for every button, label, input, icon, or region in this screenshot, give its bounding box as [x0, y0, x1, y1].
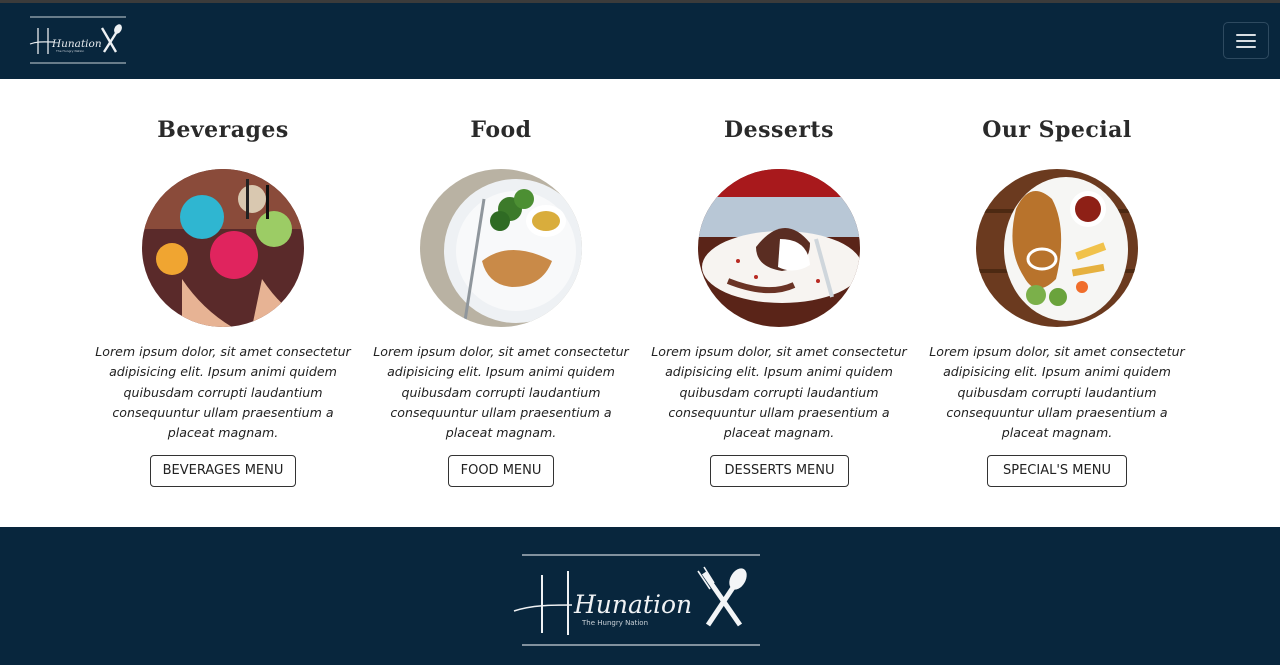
card-title: Food: [470, 117, 532, 143]
card-title: Our Special: [982, 117, 1132, 143]
card-description: Lorem ipsum dolor, sit amet consectetur …: [95, 344, 351, 441]
card-description: Lorem ipsum dolor, sit amet consectetur …: [373, 344, 629, 441]
food-menu-button[interactable]: FOOD MENU: [448, 455, 554, 487]
beverages-image: [142, 169, 304, 327]
card-description: Lorem ipsum dolor, sit amet consectetur …: [929, 344, 1185, 441]
desserts-image: [698, 169, 860, 327]
card-title: Desserts: [724, 117, 834, 143]
our-special-image: [976, 169, 1138, 327]
brand-logo[interactable]: Hunation The Hungry Nation: [26, 16, 128, 66]
hamburger-menu-icon-line: [1236, 40, 1256, 42]
footer-brand-wordmark: Hunation: [573, 590, 692, 619]
brand-tagline: The Hungry Nation: [55, 49, 84, 53]
fork-spoon-icon: [100, 24, 122, 53]
fork-spoon-icon: [697, 566, 747, 627]
card-title: Beverages: [157, 117, 289, 143]
footer: Hunation The Hungry Nation: [0, 527, 1280, 665]
hamburger-menu-icon: [1236, 34, 1256, 36]
navbar-toggle-button[interactable]: [1223, 22, 1269, 59]
footer-brand-tagline: The Hungry Nation: [581, 619, 648, 627]
menu-categories: Beverages Lorem ipsum dolor, sit amet co…: [0, 79, 1280, 526]
footer-brand-logo: Hunation The Hungry Nation: [513, 554, 760, 646]
desserts-menu-button[interactable]: DESSERTS MENU: [710, 455, 849, 487]
card-description: Lorem ipsum dolor, sit amet consectetur …: [651, 344, 907, 441]
specials-menu-button[interactable]: SPECIAL'S MENU: [987, 455, 1127, 487]
beverages-menu-button[interactable]: BEVERAGES MENU: [150, 455, 296, 487]
hamburger-menu-icon-line: [1236, 46, 1256, 48]
navbar: Hunation The Hungry Nation: [0, 3, 1280, 79]
food-image: [420, 169, 582, 327]
